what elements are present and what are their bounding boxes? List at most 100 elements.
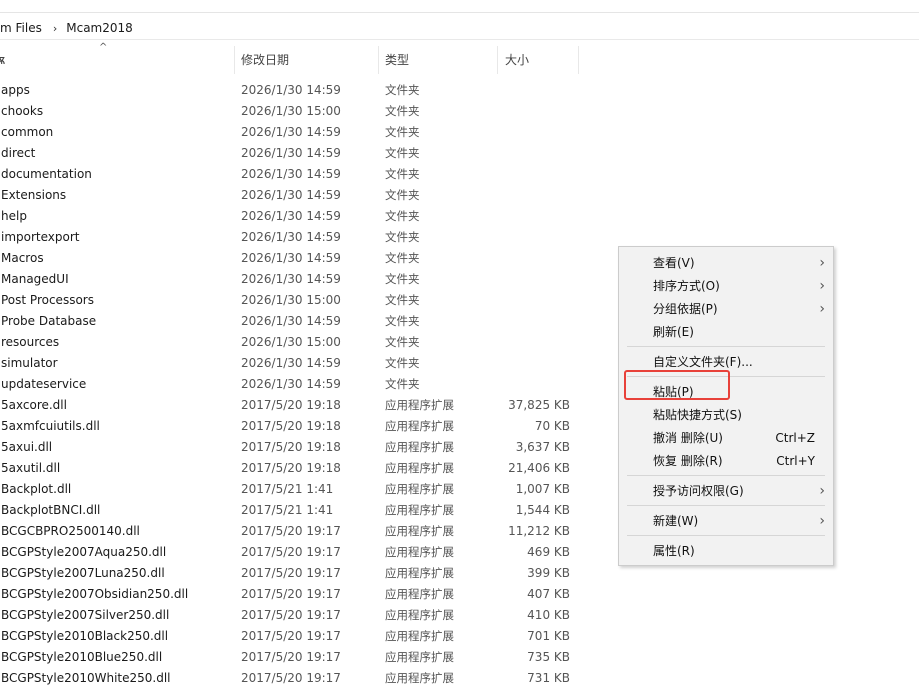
file-row[interactable]: resources 2026/1/30 15:00 文件夹: [0, 332, 600, 353]
menu-item-label: 恢复 删除(R): [653, 454, 723, 468]
file-name: chooks: [1, 104, 44, 118]
menu-item-group-by[interactable]: 分组依据(P) ›: [619, 298, 833, 320]
file-row[interactable]: 5axui.dll 2017/5/20 19:18 应用程序扩展 3,637 KB: [0, 437, 600, 458]
menu-item-grant-access[interactable]: 授予访问权限(G) ›: [619, 480, 833, 502]
file-type: 应用程序扩展: [385, 608, 454, 622]
column-divider[interactable]: [578, 46, 579, 74]
menu-item-label: 新建(W): [653, 514, 699, 528]
menu-item-label: 分组依据(P): [653, 302, 718, 316]
file-modified-date: 2026/1/30 14:59: [241, 377, 341, 391]
file-row[interactable]: BCGPStyle2007Silver250.dll 2017/5/20 19:1…: [0, 605, 600, 626]
file-row[interactable]: updateservice 2026/1/30 14:59 文件夹: [0, 374, 600, 395]
menu-item-refresh[interactable]: 刷新(E): [619, 321, 833, 343]
menu-item-undo-delete[interactable]: 撤消 删除(U) Ctrl+Z: [619, 427, 833, 449]
file-row[interactable]: simulator 2026/1/30 14:59 文件夹: [0, 353, 600, 374]
file-size: 469 KB: [527, 545, 570, 559]
file-name: simulator: [1, 356, 58, 370]
column-header-size[interactable]: 大小: [505, 49, 529, 73]
file-modified-date: 2017/5/20 19:17: [241, 545, 341, 559]
menu-item-paste-shortcut[interactable]: 粘贴快捷方式(S): [619, 404, 833, 426]
file-modified-date: 2017/5/20 19:17: [241, 650, 341, 664]
file-size: 410 KB: [527, 608, 570, 622]
file-row[interactable]: ManagedUI 2026/1/30 14:59 文件夹: [0, 269, 600, 290]
menu-item-redo-delete[interactable]: 恢复 删除(R) Ctrl+Y: [619, 450, 833, 472]
context-menu: 查看(V) › 排序方式(O) › 分组依据(P) › 刷新(E) 自定义文件夹…: [618, 246, 834, 566]
file-type: 文件夹: [385, 251, 420, 265]
file-modified-date: 2017/5/20 19:17: [241, 608, 341, 622]
file-modified-date: 2017/5/20 19:17: [241, 587, 341, 601]
file-row[interactable]: Extensions 2026/1/30 14:59 文件夹: [0, 185, 600, 206]
file-row[interactable]: documentation 2026/1/30 14:59 文件夹: [0, 164, 600, 185]
breadcrumb-parent[interactable]: m Files: [0, 21, 42, 35]
chevron-right-icon: ›: [819, 278, 825, 294]
column-divider[interactable]: [497, 46, 498, 74]
file-row[interactable]: 5axutil.dll 2017/5/20 19:18 应用程序扩展 21,406 K…: [0, 458, 600, 479]
column-header-name[interactable]: ѫ: [0, 49, 5, 73]
menu-item-view[interactable]: 查看(V) ›: [619, 252, 833, 274]
file-row[interactable]: common 2026/1/30 14:59 文件夹: [0, 122, 600, 143]
chevron-right-icon: ›: [819, 255, 825, 271]
menu-separator: [627, 535, 825, 536]
file-row[interactable]: chooks 2026/1/30 15:00 文件夹: [0, 101, 600, 122]
file-type: 文件夹: [385, 209, 420, 223]
file-modified-date: 2017/5/20 19:17: [241, 629, 341, 643]
file-row[interactable]: BCGPStyle2010White250.dll 2017/5/20 19:17…: [0, 668, 600, 689]
file-row[interactable]: BCGPStyle2007Obsidian250.dll 2017/5/20 19…: [0, 584, 600, 605]
file-modified-date: 2017/5/20 19:18: [241, 440, 341, 454]
menu-item-sort-by[interactable]: 排序方式(O) ›: [619, 275, 833, 297]
menu-item-new[interactable]: 新建(W) ›: [619, 510, 833, 532]
file-modified-date: 2017/5/20 19:18: [241, 419, 341, 433]
file-modified-date: 2026/1/30 14:59: [241, 83, 341, 97]
file-modified-date: 2017/5/20 19:17: [241, 524, 341, 538]
file-type: 应用程序扩展: [385, 566, 454, 580]
menu-item-properties[interactable]: 属性(R): [619, 540, 833, 562]
file-row[interactable]: help 2026/1/30 14:59 文件夹: [0, 206, 600, 227]
file-name: apps: [1, 83, 30, 97]
file-row[interactable]: BCGPStyle2010Blue250.dll 2017/5/20 19:17 应…: [0, 647, 600, 668]
file-name: BCGPStyle2010Blue250.dll: [1, 650, 163, 664]
menu-item-label: 粘贴快捷方式(S): [653, 408, 742, 422]
file-row[interactable]: BCGPStyle2010Black250.dll 2017/5/20 19:17…: [0, 626, 600, 647]
file-type: 应用程序扩展: [385, 398, 454, 412]
file-row[interactable]: BCGPStyle2007Luna250.dll 2017/5/20 19:17 应…: [0, 563, 600, 584]
file-size: 399 KB: [527, 566, 570, 580]
window-top-edge: [0, 0, 919, 13]
file-row[interactable]: Macros 2026/1/30 14:59 文件夹: [0, 248, 600, 269]
file-type: 文件夹: [385, 188, 420, 202]
file-row[interactable]: BCGPStyle2007Aqua250.dll 2017/5/20 19:17 应…: [0, 542, 600, 563]
menu-separator: [627, 475, 825, 476]
file-row[interactable]: 5axmfcuiutils.dll 2017/5/20 19:18 应用程序扩展 70…: [0, 416, 600, 437]
breadcrumb-separator-icon[interactable]: ›: [53, 22, 57, 35]
file-row[interactable]: direct 2026/1/30 14:59 文件夹: [0, 143, 600, 164]
file-size: 21,406 KB: [508, 461, 570, 475]
file-row[interactable]: Post Processors 2026/1/30 15:00 文件夹: [0, 290, 600, 311]
column-divider[interactable]: [378, 46, 379, 74]
file-modified-date: 2017/5/21 1:41: [241, 482, 334, 496]
file-row[interactable]: BackplotBNCI.dll 2017/5/21 1:41 应用程序扩展 1,54…: [0, 500, 600, 521]
file-type: 应用程序扩展: [385, 440, 454, 454]
menu-separator: [627, 346, 825, 347]
file-row[interactable]: apps 2026/1/30 14:59 文件夹: [0, 80, 600, 101]
file-type: 应用程序扩展: [385, 650, 454, 664]
menu-item-label: 刷新(E): [653, 325, 694, 339]
chevron-right-icon: ›: [819, 483, 825, 499]
file-row[interactable]: Backplot.dll 2017/5/21 1:41 应用程序扩展 1,007 KB: [0, 479, 600, 500]
file-type: 文件夹: [385, 293, 420, 307]
file-type: 应用程序扩展: [385, 524, 454, 538]
paste-highlight-box: [624, 370, 730, 400]
file-modified-date: 2017/5/20 19:17: [241, 566, 341, 580]
file-name: 5axcore.dll: [1, 398, 67, 412]
file-modified-date: 2026/1/30 14:59: [241, 272, 341, 286]
file-row[interactable]: importexport 2026/1/30 14:59 文件夹: [0, 227, 600, 248]
file-row[interactable]: Probe Database 2026/1/30 14:59 文件夹: [0, 311, 600, 332]
file-row[interactable]: BCGCBPRO2500140.dll 2017/5/20 19:17 应用程序扩展…: [0, 521, 600, 542]
file-name: updateservice: [1, 377, 87, 391]
file-row[interactable]: 5axcore.dll 2017/5/20 19:18 应用程序扩展 37,825 K…: [0, 395, 600, 416]
column-divider[interactable]: [234, 46, 235, 74]
file-type: 文件夹: [385, 167, 420, 181]
column-header-date[interactable]: 修改日期: [241, 49, 289, 73]
menu-item-label: 排序方式(O): [653, 279, 720, 293]
column-header-type[interactable]: 类型: [385, 49, 409, 73]
file-name: help: [1, 209, 27, 223]
breadcrumb-current[interactable]: Mcam2018: [66, 21, 133, 35]
